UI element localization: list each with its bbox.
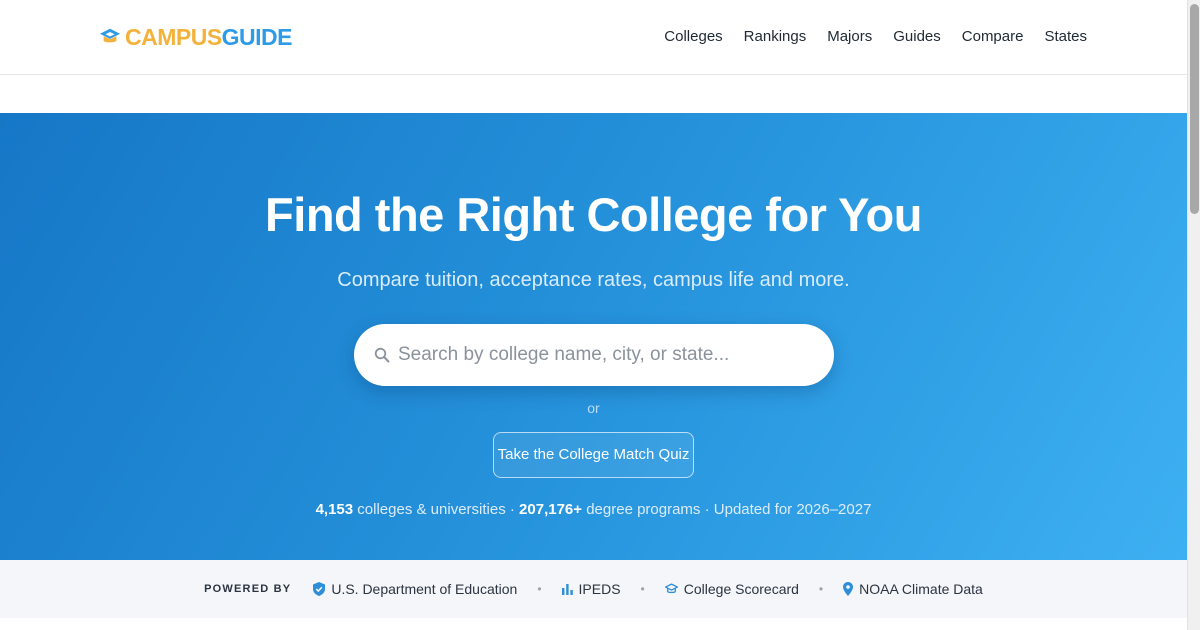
nav-item-majors[interactable]: Majors (827, 27, 872, 47)
college-match-quiz-button[interactable]: Take the College Match Quiz (493, 432, 694, 478)
nav-item-colleges[interactable]: Colleges (664, 27, 722, 47)
source-noaa-climate-data: NOAA Climate Data (843, 581, 983, 597)
nav-item-rankings[interactable]: Rankings (744, 27, 807, 47)
stats-line: 4,153 colleges & universities · 207,176+… (0, 500, 1187, 520)
powered-by-strip: POWERED BY U.S. Department of Education … (0, 560, 1187, 618)
bar-chart-icon (561, 584, 573, 595)
nav-item-states[interactable]: States (1044, 27, 1087, 47)
logo-text-guide: GUIDE (221, 24, 293, 50)
hero-title: Find the Right College for You (265, 188, 922, 241)
source-separator: • (818, 582, 824, 596)
nav-item-guides[interactable]: Guides (893, 27, 941, 47)
source-name: NOAA Climate Data (859, 581, 983, 597)
search-input[interactable] (398, 335, 798, 375)
programs-label: degree programs (586, 501, 701, 518)
source-name: IPEDS (578, 581, 621, 597)
nav-item-compare[interactable]: Compare (962, 27, 1024, 47)
shield-check-icon (313, 582, 326, 596)
stats-separator: · (704, 501, 710, 518)
programs-count: 207,176+ (519, 501, 583, 518)
search-icon (374, 347, 390, 363)
source-separator: • (537, 582, 542, 596)
graduation-cap-icon (99, 28, 121, 43)
search-bar[interactable] (354, 324, 834, 386)
colleges-label: colleges & universities (357, 501, 506, 518)
main-nav: Colleges Rankings Majors Guides Compare … (643, 27, 1087, 47)
map-pin-icon (843, 582, 854, 596)
or-divider: or (587, 400, 600, 416)
scrollbar-thumb[interactable] (1190, 4, 1199, 214)
logo[interactable]: CAMPUSGUIDE (99, 24, 293, 50)
hero-section: Find the Right College for You Compare t… (0, 113, 1187, 560)
updated-label: Updated for 2026–2027 (713, 501, 872, 518)
source-name: College Scorecard (683, 581, 799, 597)
source-college-scorecard: College Scorecard (664, 581, 799, 597)
source-us-department-of-education: U.S. Department of Education (313, 581, 517, 597)
source-name: U.S. Department of Education (331, 581, 518, 597)
hero-subtitle: Compare tuition, acceptance rates, campu… (337, 269, 850, 291)
stats-separator: · (509, 501, 515, 518)
logo-wordmark: CAMPUSGUIDE (125, 24, 293, 50)
powered-by-label: POWERED BY (204, 583, 292, 595)
site-header: CAMPUSGUIDE Colleges Rankings Majors Gui… (0, 0, 1187, 75)
source-ipeds: IPEDS (561, 581, 621, 597)
logo-text-campus: CAMPUS (125, 24, 222, 50)
graduation-cap-icon (664, 583, 678, 594)
source-separator: • (640, 582, 645, 596)
colleges-count: 4,153 (315, 501, 354, 518)
page-scrollbar[interactable] (1187, 0, 1200, 630)
